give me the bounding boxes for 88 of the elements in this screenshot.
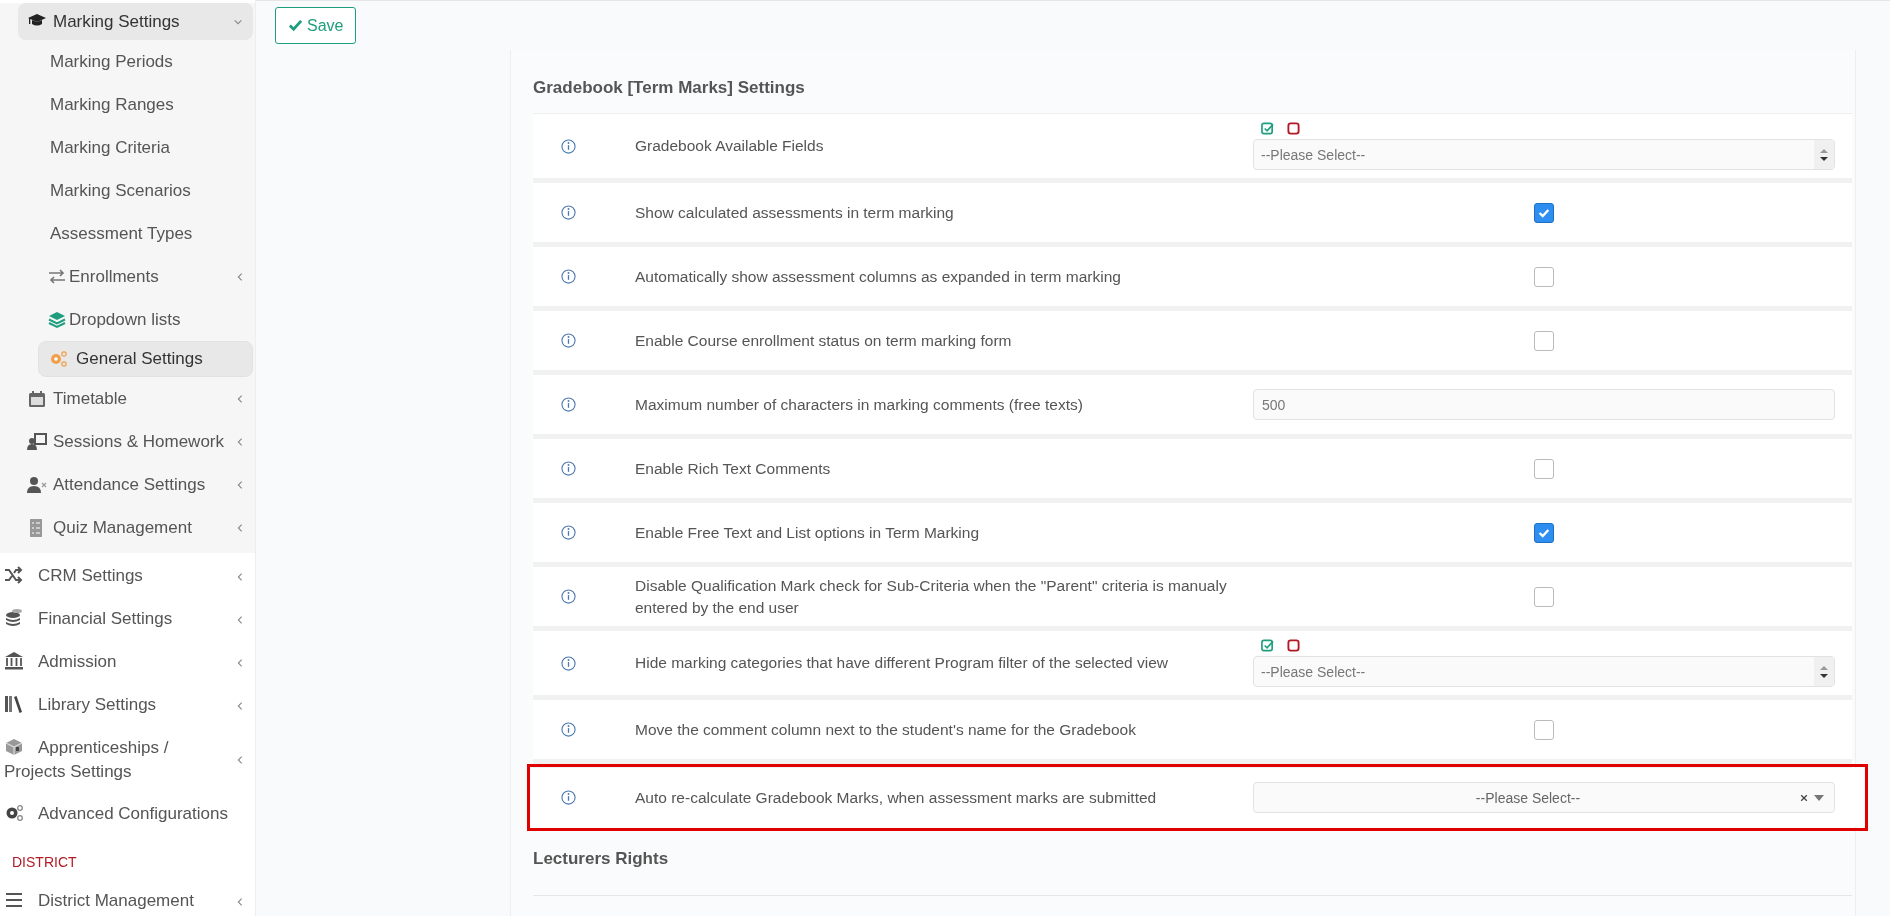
- sidebar-item[interactable]: Advanced Configurations: [0, 793, 255, 836]
- setting-label: Gradebook Available Fields: [635, 136, 825, 156]
- section-heading: Lecturers Rights: [533, 848, 670, 870]
- section-heading: Gradebook [Term Marks] Settings: [533, 77, 806, 99]
- select-field[interactable]: --Please Select--: [1253, 782, 1835, 813]
- info-icon: [561, 655, 576, 671]
- calendar-icon: [27, 388, 47, 409]
- chevron-left-icon: [235, 271, 245, 282]
- chevron-left-icon: [235, 571, 245, 582]
- info-icon: [561, 138, 576, 154]
- chevron-left-icon: [235, 393, 245, 404]
- sidebar-item[interactable]: Enrollments: [0, 255, 255, 298]
- chevron-left-icon: [235, 479, 245, 490]
- info-icon: [561, 790, 576, 805]
- text-field[interactable]: 500: [1253, 389, 1835, 420]
- menu-icon: [4, 890, 24, 910]
- chevron-left-icon: [235, 522, 245, 533]
- chevron-left-icon: [235, 614, 245, 625]
- sidebar-item[interactable]: Marking Criteria: [0, 126, 255, 169]
- info-icon: [561, 525, 576, 540]
- user-x-icon: [27, 474, 47, 495]
- sidebar-item[interactable]: Financial Settings: [0, 598, 255, 641]
- spinner-arrows-icon: [1819, 663, 1829, 680]
- sidebar-item[interactable]: Quiz Management: [0, 506, 255, 549]
- checkbox[interactable]: [1534, 458, 1554, 479]
- sidebar-item[interactable]: Timetable: [0, 377, 255, 420]
- layers-icon: [47, 309, 67, 330]
- checkbox[interactable]: [1534, 586, 1554, 607]
- info-icon: [561, 397, 576, 412]
- coins-icon: [4, 608, 24, 628]
- chevron-left-icon: [235, 657, 245, 668]
- sidebar-item[interactable]: Apprenticeships / Projects Settings: [0, 727, 255, 793]
- sidebar-item[interactable]: Assessment Types: [0, 212, 255, 255]
- info-icon: [561, 269, 576, 284]
- sidebar-item[interactable]: Admission: [0, 641, 255, 684]
- sidebar-item[interactable]: Library Settings: [0, 684, 255, 727]
- gears-icon: [4, 803, 24, 823]
- multiselect-field[interactable]: --Please Select--: [1253, 139, 1835, 170]
- info-icon: [561, 722, 576, 737]
- setting-label: Auto re-calculate Gradebook Marks, when assessment marks are submitted: [635, 787, 1158, 808]
- bank-icon: [4, 651, 24, 671]
- spinner-arrows-icon: [1819, 146, 1829, 163]
- setting-label: Maximum number of characters in marking comments (free texts): [635, 394, 1084, 415]
- checkbox[interactable]: [1534, 202, 1554, 223]
- sidebar-item[interactable]: Sessions & Homework: [0, 420, 255, 463]
- gears-icon: [48, 349, 68, 369]
- setting-label: Enable Rich Text Comments: [635, 458, 832, 479]
- setting-label: Automatically show assessment columns as expanded in term marking: [635, 266, 1122, 287]
- section-heading: DISTRICT: [11, 853, 78, 872]
- sidebar-item[interactable]: General Settings: [38, 341, 253, 377]
- checkbox[interactable]: [1534, 266, 1554, 287]
- info-icon: [561, 333, 576, 348]
- sidebar-item[interactable]: CRM Settings: [0, 555, 255, 598]
- info-icon: [561, 205, 576, 220]
- clear-icon: [1800, 793, 1808, 802]
- square-icon: [1287, 639, 1300, 652]
- check-square-icon: [1261, 639, 1274, 652]
- sidebar-item[interactable]: Marking Scenarios: [0, 169, 255, 212]
- setting-label: Enable Free Text and List options in Term Marking: [635, 522, 981, 543]
- books-icon: [4, 694, 24, 714]
- sidebar-item[interactable]: Marking Settings: [18, 3, 253, 40]
- checkbox[interactable]: [1534, 330, 1554, 351]
- person-board-icon: [27, 431, 47, 452]
- chevron-left-icon: [235, 896, 245, 907]
- check-square-icon: [1261, 122, 1274, 135]
- setting-label: Disable Qualification Mark check for Sub-Criteria when the "Parent" criteria is manualy entered by the end user: [635, 575, 1228, 618]
- chevron-left-icon: [235, 700, 245, 711]
- info-icon: [561, 589, 576, 604]
- chevron-left-icon: [235, 755, 245, 765]
- sidebar-item[interactable]: Marking Periods: [0, 40, 255, 83]
- sidebar-item[interactable]: Attendance Settings: [0, 463, 255, 506]
- setting-label: Hide marking categories that have different Program filter of the selected view: [635, 653, 1169, 673]
- checkbox[interactable]: [1534, 522, 1554, 543]
- box-icon: [4, 737, 24, 757]
- shuffle-icon: [4, 565, 24, 585]
- check-icon: [288, 18, 303, 33]
- caret-down-icon: [1814, 794, 1824, 801]
- info-icon: [561, 461, 576, 476]
- sidebar-item[interactable]: District Management: [0, 880, 255, 916]
- sidebar-item[interactable]: Dropdown lists: [0, 298, 255, 341]
- checkbox[interactable]: [1534, 719, 1554, 740]
- setting-label: Move the comment column next to the student's name for the Gradebook: [635, 719, 1137, 740]
- multiselect-field[interactable]: --Please Select--: [1253, 656, 1835, 687]
- square-icon: [1287, 122, 1300, 135]
- sidebar-item[interactable]: Marking Ranges: [0, 83, 255, 126]
- setting-label: Enable Course enrollment status on term marking form: [635, 330, 1013, 351]
- setting-label: Show calculated assessments in term marking: [635, 202, 955, 223]
- chevron-left-icon: [235, 436, 245, 447]
